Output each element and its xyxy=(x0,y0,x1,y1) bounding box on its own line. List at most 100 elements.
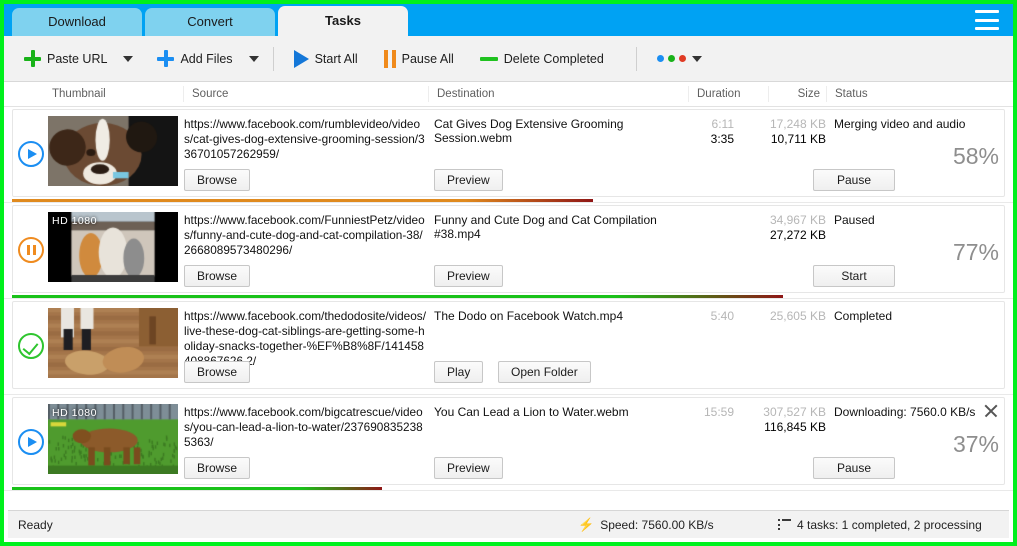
tab-convert[interactable]: Convert xyxy=(145,8,275,36)
task-duration-total: 6:11 xyxy=(711,117,734,131)
task-destination-name: The Dodo on Facebook Watch.mp4 xyxy=(434,309,623,323)
browse-button[interactable]: Browse xyxy=(184,361,251,383)
column-destination[interactable]: Destination xyxy=(429,86,689,102)
hd-badge: HD 1080 xyxy=(52,407,97,419)
paste-url-button[interactable]: Paste URL xyxy=(18,46,113,71)
task-progress-percent: 37% xyxy=(952,431,999,457)
toolbar-separator xyxy=(272,46,274,71)
task-source-url[interactable]: https://www.facebook.com/rumblevideo/vid… xyxy=(184,117,428,162)
task-size-total: 17,248 KB xyxy=(769,117,826,131)
tab-download[interactable]: Download xyxy=(12,8,142,36)
task-status-text: Completed xyxy=(834,309,893,323)
task-progress-bar xyxy=(12,487,1013,490)
toolbar-separator xyxy=(635,46,637,71)
task-source-url[interactable]: https://www.facebook.com/thedodosite/vid… xyxy=(184,309,428,369)
start-all-button[interactable]: Start All xyxy=(288,46,364,72)
task-thumbnail[interactable]: HD 1080 xyxy=(48,404,178,474)
column-headers: Thumbnail Source Destination Duration Si… xyxy=(4,82,1013,107)
task-progress-percent: 58% xyxy=(952,143,999,169)
plus-icon xyxy=(157,50,175,67)
task-size-total: 25,605 KB xyxy=(769,309,826,323)
column-source[interactable]: Source xyxy=(184,86,429,102)
status-tasks-label: 4 tasks: 1 completed, 2 processing xyxy=(797,517,982,532)
minus-icon xyxy=(479,56,498,61)
column-status[interactable]: Status xyxy=(827,86,1013,102)
start-all-label: Start All xyxy=(314,51,358,66)
list-icon xyxy=(778,519,791,530)
task-row[interactable]: https://www.facebook.com/rumblevideo/vid… xyxy=(4,107,1013,203)
more-dropdown-icon[interactable] xyxy=(691,55,702,62)
close-icon[interactable] xyxy=(983,403,999,419)
task-action-primary-button[interactable]: Preview xyxy=(434,169,503,191)
play-icon[interactable] xyxy=(18,141,44,167)
task-source-url[interactable]: https://www.facebook.com/bigcatrescue/vi… xyxy=(184,405,428,450)
task-destination-name: Cat Gives Dog Extensive Grooming Session… xyxy=(434,117,624,145)
column-size[interactable]: Size xyxy=(769,86,827,102)
pause-icon[interactable] xyxy=(18,237,44,263)
task-size-total: 307,527 KB xyxy=(763,405,826,419)
check-icon[interactable] xyxy=(18,333,44,359)
pause-all-button[interactable]: Pause All xyxy=(378,46,460,72)
pause-all-label: Pause All xyxy=(401,51,454,66)
task-destination-name: You Can Lead a Lion to Water.webm xyxy=(434,405,629,419)
task-transport-button[interactable]: Start xyxy=(813,265,895,287)
add-files-dropdown-icon[interactable] xyxy=(248,55,259,62)
play-icon xyxy=(293,49,309,68)
task-size: 307,527 KB 116,845 KB xyxy=(744,405,826,435)
paste-url-dropdown-icon[interactable] xyxy=(123,55,134,62)
menu-icon[interactable] xyxy=(975,10,999,30)
task-row[interactable]: HD 1080 https://www.facebook.com/Funnies… xyxy=(4,203,1013,299)
task-size: 17,248 KB 10,711 KB xyxy=(744,117,826,147)
task-size: 34,967 KB 27,272 KB xyxy=(744,213,826,243)
task-source-url[interactable]: https://www.facebook.com/FunniestPetz/vi… xyxy=(184,213,428,258)
delete-completed-button[interactable]: Delete Completed xyxy=(474,48,610,70)
task-duration-total: 15:59 xyxy=(703,405,734,419)
task-row[interactable]: https://www.facebook.com/thedodosite/vid… xyxy=(4,299,1013,395)
play-icon[interactable] xyxy=(18,429,44,455)
column-duration[interactable]: Duration xyxy=(689,86,769,102)
task-status-text: Paused xyxy=(834,213,875,227)
tab-bar: Download Convert Tasks xyxy=(4,4,1013,36)
task-size-total: 34,967 KB xyxy=(769,213,826,227)
task-list: https://www.facebook.com/rumblevideo/vid… xyxy=(4,107,1013,491)
task-transport-button[interactable]: Pause xyxy=(813,169,895,191)
status-ready: Ready xyxy=(18,517,53,532)
task-action-primary-button[interactable]: Preview xyxy=(434,265,503,287)
paste-url-label: Paste URL xyxy=(47,51,108,66)
task-action-primary-button[interactable]: Preview xyxy=(434,457,503,479)
task-action-primary-button[interactable]: Play xyxy=(434,361,484,383)
task-thumbnail[interactable] xyxy=(48,116,178,186)
task-action-secondary-button[interactable]: Open Folder xyxy=(498,361,591,383)
task-thumbnail[interactable] xyxy=(48,308,178,378)
thumbnail-image xyxy=(48,308,178,378)
task-thumbnail[interactable]: HD 1080 xyxy=(48,212,178,282)
browse-button[interactable]: Browse xyxy=(184,265,251,287)
browse-button[interactable]: Browse xyxy=(184,457,251,479)
more-options-button[interactable] xyxy=(651,51,708,66)
column-thumbnail[interactable]: Thumbnail xyxy=(44,86,184,102)
task-duration: 5:40 xyxy=(676,309,734,324)
task-duration-done: 3:35 xyxy=(710,132,734,146)
task-duration: 6:11 3:35 xyxy=(676,117,734,147)
task-destination-name: Funny and Cute Dog and Cat Compilation #… xyxy=(434,213,657,241)
task-progress-bar xyxy=(12,295,1013,298)
dot-red-icon xyxy=(678,55,686,62)
toolbar: Paste URL Add Files Start All Pause All … xyxy=(4,36,1013,82)
bolt-icon: ⚡ xyxy=(578,516,595,532)
task-progress-percent: 77% xyxy=(952,239,999,265)
tab-tasks[interactable]: Tasks xyxy=(278,6,408,36)
task-row[interactable]: HD 1080 https://www.facebook.com/bigcatr… xyxy=(4,395,1013,491)
task-progress-bar xyxy=(12,199,1013,202)
application-window: Download Convert Tasks Paste URL Add Fil… xyxy=(0,0,1017,546)
status-bar: Ready ⚡ Speed: 7560.00 KB/s 4 tasks: 1 c… xyxy=(8,510,1009,538)
task-duration-total: 5:40 xyxy=(710,309,734,323)
add-files-label: Add Files xyxy=(180,51,233,66)
dot-blue-icon xyxy=(656,55,664,62)
task-size: 25,605 KB xyxy=(744,309,826,324)
task-size-done: 116,845 KB xyxy=(764,420,826,434)
task-size-done: 10,711 KB xyxy=(770,132,826,146)
task-status-text: Merging video and audio xyxy=(834,117,966,131)
task-transport-button[interactable]: Pause xyxy=(813,457,895,479)
browse-button[interactable]: Browse xyxy=(184,169,251,191)
add-files-button[interactable]: Add Files xyxy=(151,46,238,71)
